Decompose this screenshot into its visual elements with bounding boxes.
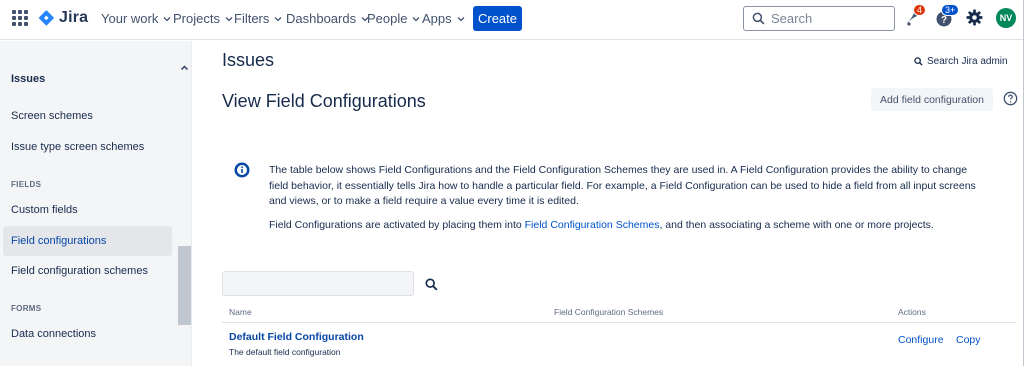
nav-people[interactable]: People bbox=[367, 11, 421, 26]
sidebar-scroll-thumb[interactable] bbox=[178, 246, 191, 325]
sidebar-item-screen-schemes[interactable]: Screen schemes bbox=[3, 101, 172, 131]
sidebar-section-fields: FIELDS bbox=[11, 180, 42, 189]
notifications-button[interactable]: 4 bbox=[904, 4, 927, 28]
search-icon[interactable] bbox=[425, 278, 438, 291]
chevron-down-icon bbox=[413, 16, 420, 21]
copy-link[interactable]: Copy bbox=[956, 334, 981, 346]
help-icon[interactable] bbox=[1003, 91, 1018, 106]
column-header-name: Name bbox=[229, 307, 252, 317]
app-switcher-icon[interactable] bbox=[12, 10, 28, 26]
field-configuration-schemes-link[interactable]: Field Configuration Schemes bbox=[525, 219, 660, 231]
jira-logo[interactable]: Jira bbox=[38, 9, 88, 27]
nav-label: Filters bbox=[234, 11, 270, 26]
scroll-up-arrow-icon[interactable] bbox=[178, 62, 191, 74]
nav-dashboards[interactable]: Dashboards bbox=[286, 11, 370, 26]
top-navigation: Jira Your work Projects Filters Dashboar… bbox=[0, 0, 1024, 40]
info-description: The table below shows Field Configuratio… bbox=[269, 164, 976, 207]
global-search[interactable] bbox=[743, 6, 895, 31]
nav-your-work[interactable]: Your work bbox=[101, 11, 172, 26]
sidebar-item-custom-fields[interactable]: Custom fields bbox=[3, 195, 172, 225]
chevron-down-icon bbox=[274, 16, 282, 21]
filter-input[interactable] bbox=[222, 271, 414, 296]
search-input[interactable] bbox=[771, 11, 881, 26]
sidebar-title: Issues bbox=[11, 73, 46, 85]
create-button[interactable]: Create bbox=[473, 6, 522, 31]
sidebar-item-field-configuration-schemes[interactable]: Field configuration schemes bbox=[3, 256, 172, 286]
info2-prefix: Field Configurations are activated by pl… bbox=[269, 219, 525, 231]
jira-logo-icon bbox=[38, 10, 54, 26]
svg-text:?: ? bbox=[941, 15, 947, 26]
search-jira-admin-label: Search Jira admin bbox=[927, 56, 1008, 67]
gear-icon bbox=[966, 9, 983, 26]
nav-label: Dashboards bbox=[286, 11, 357, 26]
chevron-down-icon bbox=[225, 16, 233, 21]
nav-label: Apps bbox=[422, 11, 452, 26]
nav-label: Your work bbox=[101, 11, 159, 26]
sidebar-item-field-configurations[interactable]: Field configurations bbox=[3, 226, 172, 256]
nav-apps[interactable]: Apps bbox=[422, 11, 466, 26]
sidebar-item-data-connections[interactable]: Data connections bbox=[3, 319, 172, 349]
chevron-down-icon bbox=[163, 16, 171, 21]
notifications-badge: 4 bbox=[913, 4, 927, 16]
view-title: View Field Configurations bbox=[222, 91, 426, 111]
field-configuration-description: The default field configuration bbox=[229, 347, 341, 357]
logo-text: Jira bbox=[59, 9, 89, 26]
add-field-configuration-button[interactable]: Add field configuration bbox=[871, 88, 993, 111]
settings-button[interactable] bbox=[965, 8, 985, 28]
search-icon bbox=[914, 57, 923, 66]
search-icon bbox=[752, 12, 765, 25]
help-badge: 3+ bbox=[941, 4, 960, 16]
sidebar-item-issue-type-screen-schemes[interactable]: Issue type screen schemes bbox=[3, 132, 172, 162]
chevron-down-icon bbox=[457, 16, 465, 21]
column-header-actions: Actions bbox=[898, 307, 926, 317]
nav-label: People bbox=[367, 11, 408, 26]
field-configuration-name-link[interactable]: Default Field Configuration bbox=[229, 331, 364, 343]
info-icon bbox=[234, 162, 250, 178]
nav-filters[interactable]: Filters bbox=[234, 11, 283, 26]
info-activation-note: Field Configurations are activated by pl… bbox=[269, 218, 989, 233]
column-header-schemes: Field Configuration Schemes bbox=[554, 307, 664, 317]
page-title: Issues bbox=[222, 50, 275, 70]
help-button[interactable]: ? 3+ bbox=[935, 4, 960, 28]
configure-link[interactable]: Configure bbox=[898, 334, 944, 346]
nav-label: Projects bbox=[173, 11, 220, 26]
info2-suffix: , and then associating a scheme with one… bbox=[659, 219, 934, 231]
user-avatar[interactable]: NV bbox=[996, 8, 1016, 28]
table-divider bbox=[222, 322, 1016, 323]
search-jira-admin-link[interactable]: Search Jira admin bbox=[914, 56, 1008, 67]
nav-projects[interactable]: Projects bbox=[173, 11, 234, 26]
sidebar-section-forms: FORMS bbox=[11, 304, 42, 313]
